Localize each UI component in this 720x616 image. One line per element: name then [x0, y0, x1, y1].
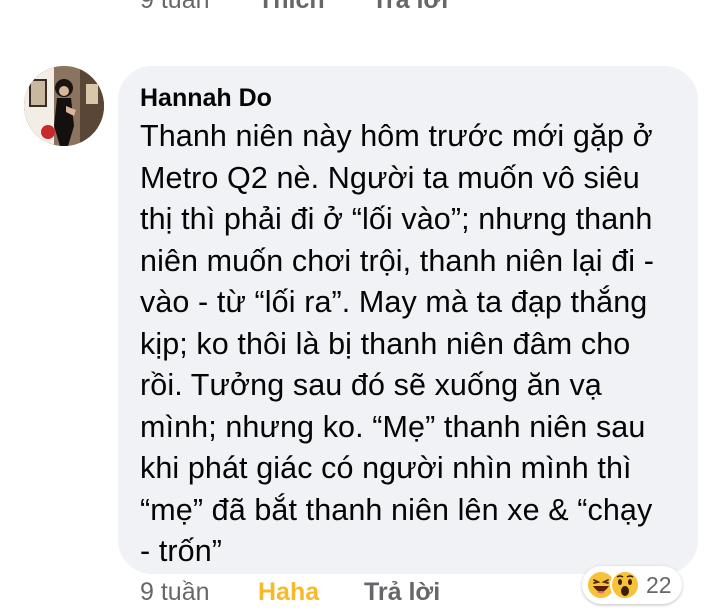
reply-button[interactable]: Trả lời: [364, 578, 440, 607]
haha-reaction-button[interactable]: Haha: [258, 578, 364, 607]
avatar[interactable]: [24, 66, 104, 146]
reaction-count: 22: [646, 571, 672, 598]
profile-photo: [24, 66, 104, 146]
wow-icon: [610, 570, 640, 600]
like-button[interactable]: Thích: [258, 0, 372, 15]
comment-bubble: Hannah Do Thanh niên này hôm trước mới g…: [118, 66, 698, 574]
previous-comment-actions: 9 tuần Thích Trả lời: [140, 0, 448, 15]
reaction-summary[interactable]: 22: [582, 566, 682, 604]
reply-button[interactable]: Trả lời: [372, 0, 448, 15]
previous-comment-time[interactable]: 9 tuần: [140, 0, 258, 15]
comment-text: Thanh niên này hôm trước mới gặp ở Metro…: [140, 119, 654, 568]
comment-time[interactable]: 9 tuần: [140, 578, 258, 607]
comment-author[interactable]: Hannah Do: [140, 82, 674, 114]
comment-actions: 9 tuần Haha Trả lời: [140, 578, 440, 607]
